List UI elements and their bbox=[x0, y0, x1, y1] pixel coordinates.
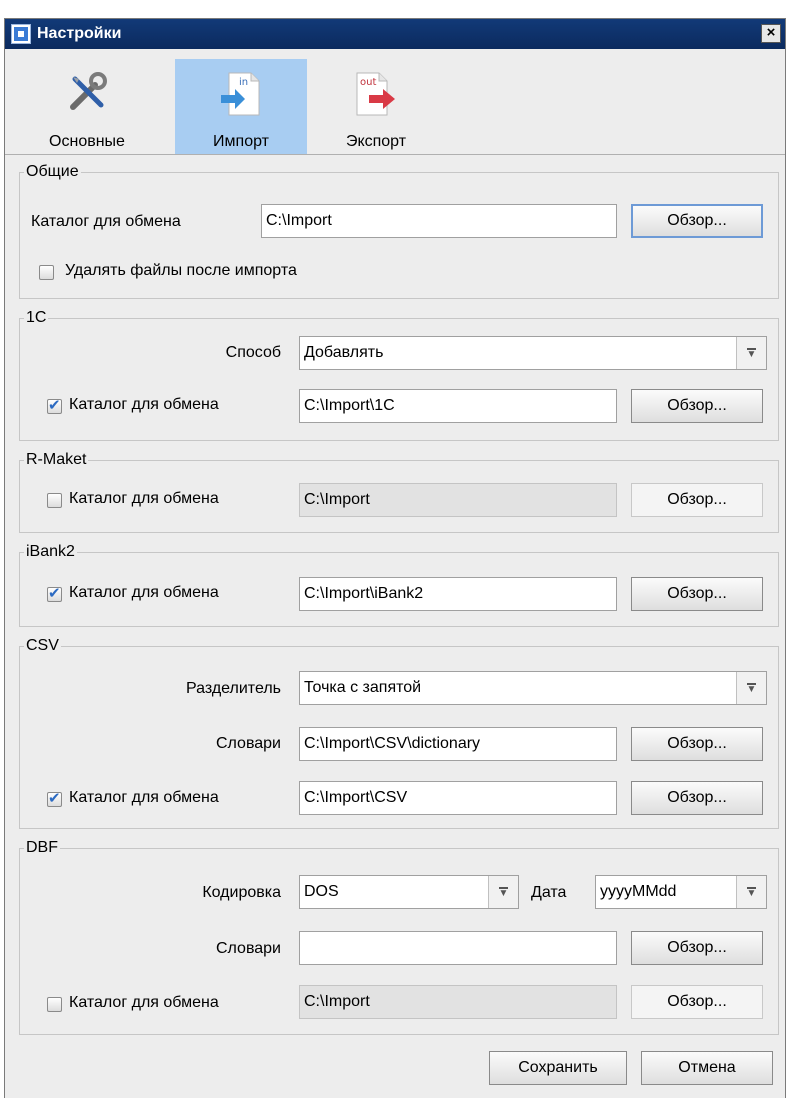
dbf-browse-button: Обзор... bbox=[631, 985, 763, 1019]
csv-browse-button[interactable]: Обзор... bbox=[631, 781, 763, 815]
dropdown-arrow-icon: ▼ bbox=[736, 672, 766, 704]
tab-general-label: Основные bbox=[49, 133, 125, 150]
csv-dict-field[interactable]: C:\Import\CSV\dictionary bbox=[299, 727, 617, 761]
ibank2-dir-field[interactable]: C:\Import\iBank2 bbox=[299, 577, 617, 611]
dbf-dict-field[interactable] bbox=[299, 931, 617, 965]
ibank2-browse-button[interactable]: Обзор... bbox=[631, 577, 763, 611]
export-icon: out bbox=[356, 72, 395, 116]
tab-export[interactable]: out Экспорт bbox=[321, 59, 431, 155]
1c-browse-button[interactable]: Обзор... bbox=[631, 389, 763, 423]
svg-text:in: in bbox=[239, 77, 248, 88]
rmaket-dir-checkbox[interactable] bbox=[47, 493, 62, 508]
1c-method-value: Добавлять bbox=[304, 344, 384, 361]
dbf-date-value: yyyyMMdd bbox=[600, 883, 677, 900]
rmaket-dir-label: Каталог для обмена bbox=[69, 490, 219, 507]
csv-dir-label: Каталог для обмена bbox=[69, 789, 219, 806]
delete-files-label: Удалять файлы после импорта bbox=[65, 262, 297, 279]
ibank2-dir-label: Каталог для обмена bbox=[69, 584, 219, 601]
1c-dir-field[interactable]: C:\Import\1C bbox=[299, 389, 617, 423]
dbf-dict-label: Словари bbox=[215, 940, 281, 957]
csv-dir-field[interactable]: C:\Import\CSV bbox=[299, 781, 617, 815]
csv-dir-checkbox[interactable] bbox=[47, 789, 62, 807]
tab-export-label: Экспорт bbox=[345, 133, 407, 150]
cancel-button[interactable]: Отмена bbox=[641, 1051, 773, 1085]
ibank2-dir-checkbox[interactable] bbox=[47, 584, 62, 602]
tools-icon bbox=[70, 72, 107, 110]
dbf-encoding-label: Кодировка bbox=[202, 884, 281, 901]
rmaket-dir-field: C:\Import bbox=[299, 483, 617, 517]
csv-separator-label: Разделитель bbox=[185, 680, 281, 697]
1c-method-select[interactable]: Добавлять ▼ bbox=[299, 336, 767, 370]
dropdown-arrow-icon: ▼ bbox=[736, 876, 766, 908]
group-csv-legend: CSV bbox=[26, 637, 59, 654]
import-icon: in bbox=[221, 72, 260, 116]
csv-dict-browse-button[interactable]: Обзор... bbox=[631, 727, 763, 761]
group-1c-legend: 1С bbox=[26, 309, 47, 326]
dbf-dict-browse-button[interactable]: Обзор... bbox=[631, 931, 763, 965]
group-dbf-legend: DBF bbox=[26, 839, 58, 856]
toolbar-separator bbox=[5, 154, 785, 155]
1c-dir-checkbox[interactable] bbox=[47, 396, 62, 414]
dbf-encoding-value: DOS bbox=[304, 883, 339, 900]
rmaket-browse-button: Обзор... bbox=[631, 483, 763, 517]
general-dir-field[interactable]: C:\Import bbox=[261, 204, 617, 238]
delete-files-checkbox[interactable] bbox=[39, 265, 54, 280]
tab-import-label: Импорт bbox=[213, 133, 269, 150]
tab-general[interactable]: Основные bbox=[13, 59, 161, 155]
dropdown-arrow-icon: ▼ bbox=[736, 337, 766, 369]
group-rmaket-legend: R-Maket bbox=[26, 451, 87, 468]
general-browse-button[interactable]: Обзор... bbox=[631, 204, 763, 238]
tab-import[interactable]: in Импорт bbox=[175, 59, 307, 155]
group-general-legend: Общие bbox=[26, 163, 79, 180]
app-icon bbox=[11, 24, 31, 44]
dropdown-arrow-icon: ▼ bbox=[488, 876, 518, 908]
csv-separator-value: Точка с запятой bbox=[304, 679, 422, 696]
dbf-date-select[interactable]: yyyyMMdd ▼ bbox=[595, 875, 767, 909]
dbf-dir-checkbox[interactable] bbox=[47, 997, 62, 1012]
1c-dir-label: Каталог для обмена bbox=[69, 396, 219, 413]
window-title: Настройки bbox=[37, 25, 122, 42]
toolbar: Основные in Импорт out Экспорт bbox=[5, 49, 785, 155]
settings-window: Настройки × Основные in Импорт out Экспо… bbox=[4, 18, 786, 1098]
csv-separator-select[interactable]: Точка с запятой ▼ bbox=[299, 671, 767, 705]
dbf-date-label: Дата bbox=[531, 884, 567, 901]
1c-method-label: Способ bbox=[225, 344, 281, 361]
close-button[interactable]: × bbox=[761, 24, 781, 43]
save-button[interactable]: Сохранить bbox=[489, 1051, 627, 1085]
group-ibank2-legend: iBank2 bbox=[26, 543, 75, 560]
dbf-encoding-select[interactable]: DOS ▼ bbox=[299, 875, 519, 909]
dbf-dir-field: C:\Import bbox=[299, 985, 617, 1019]
dbf-dir-label: Каталог для обмена bbox=[69, 994, 219, 1011]
svg-text:out: out bbox=[360, 77, 376, 88]
csv-dict-label: Словари bbox=[215, 735, 281, 752]
title-bar[interactable]: Настройки × bbox=[5, 19, 785, 49]
general-dir-label: Каталог для обмена bbox=[31, 213, 181, 230]
